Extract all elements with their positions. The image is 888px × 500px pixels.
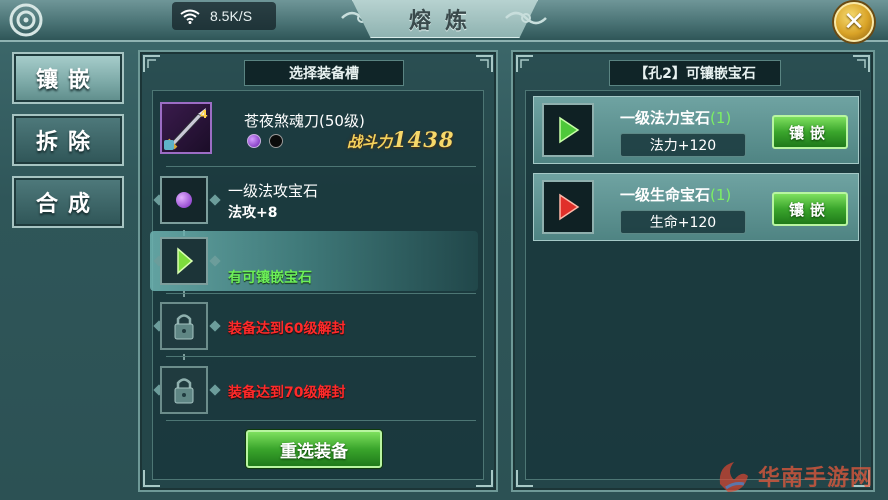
gem-socket-empty — [269, 134, 283, 148]
embed-button[interactable]: 镶嵌 — [772, 192, 848, 226]
corner-ornament-icon — [143, 55, 160, 72]
diamond-icon — [209, 384, 221, 396]
slot-row-3[interactable]: 装备达到60级解封 — [150, 296, 478, 356]
slot-empty-box — [160, 237, 208, 285]
tab-embed-label: 镶嵌 — [35, 68, 100, 93]
lock-icon — [174, 378, 194, 404]
svg-text:4: 4 — [200, 108, 208, 121]
gem-stat: 生命+120 — [620, 210, 746, 234]
tab-embed[interactable]: 镶嵌 — [12, 52, 124, 104]
lock-icon — [174, 314, 194, 340]
combat-power-value: 1438 — [392, 127, 455, 152]
diamond-icon — [209, 255, 221, 267]
gem-name: 一级法力宝石(1) — [620, 107, 731, 128]
slot-locked-message: 装备达到60级解封 — [228, 321, 346, 337]
panel-header-select-slot: 选择装备槽 — [244, 60, 404, 86]
tab-remove-label: 拆除 — [35, 130, 100, 155]
gem-icon-box — [542, 103, 594, 157]
close-icon: ✕ — [843, 7, 865, 37]
tab-combine[interactable]: 合成 — [12, 176, 124, 228]
green-arrow-icon — [177, 247, 194, 275]
red-gem-icon — [559, 193, 580, 221]
diamond-icon — [209, 320, 221, 332]
equipment-icon[interactable]: 4 — [160, 102, 212, 154]
reselect-equipment-label: 重选装备 — [280, 441, 348, 462]
gem-socket-purple — [247, 134, 261, 148]
divider — [166, 166, 476, 167]
logo-icon — [719, 462, 748, 492]
diamond-icon — [209, 194, 221, 206]
green-gem-icon — [559, 116, 580, 144]
divider — [166, 293, 476, 294]
slot-locked-box — [160, 366, 208, 414]
embed-button[interactable]: 镶嵌 — [772, 115, 848, 149]
slot-row-4[interactable]: 装备达到70级解封 — [150, 360, 478, 420]
corner-ornament-icon — [476, 55, 493, 72]
slot-available-message: 有可镶嵌宝石 — [228, 270, 312, 286]
page-title: 熔炼 — [408, 7, 481, 34]
panel-header-available-gems: 【孔2】可镶嵌宝石 — [609, 60, 781, 86]
combat-power-label: 战斗力 — [347, 133, 393, 151]
watermark-logo: 华南手游网 — [712, 450, 888, 500]
slot-row-2[interactable]: 有可镶嵌宝石 — [150, 231, 478, 291]
slot-locked-box — [160, 302, 208, 350]
slot-gem-name: 一级法攻宝石 — [228, 182, 319, 200]
slot-gem-box — [160, 176, 208, 224]
gem-stat: 法力+120 — [620, 133, 746, 157]
gem-icon-box — [542, 180, 594, 234]
top-bar: 8.5K/S 熔炼 ✕ — [0, 0, 888, 42]
divider — [166, 356, 476, 357]
tab-remove[interactable]: 拆除 — [12, 114, 124, 166]
gem-name: 一级生命宝石(1) — [620, 184, 731, 205]
watermark-text: 华南手游网 — [758, 466, 874, 491]
embed-button-label: 镶嵌 — [788, 200, 831, 219]
slot-gem-stat: 法攻+8 — [228, 205, 278, 221]
slot-row-1[interactable]: 一级法攻宝石 法攻+8 — [150, 170, 478, 230]
gem-level: (1) — [710, 186, 732, 204]
gem-level: (1) — [710, 109, 732, 127]
gem-card-mana: 一级法力宝石(1) 法力+120 镶嵌 — [533, 96, 859, 164]
wifi-icon — [180, 9, 200, 24]
gem-name-text: 一级生命宝石 — [620, 186, 711, 204]
close-button[interactable]: ✕ — [834, 2, 874, 42]
tab-combine-label: 合成 — [35, 192, 100, 217]
purple-gem-icon — [176, 192, 192, 208]
sword-icon: 4 — [164, 108, 208, 150]
slot-locked-message: 装备达到70级解封 — [228, 385, 346, 401]
reselect-equipment-button[interactable]: 重选装备 — [246, 430, 382, 468]
network-status: 8.5K/S — [172, 2, 276, 30]
network-speed: 8.5K/S — [210, 8, 253, 24]
embed-button-label: 镶嵌 — [788, 123, 831, 142]
cloud-ornament-icon — [505, 11, 547, 25]
gem-card-health: 一级生命宝石(1) 生命+120 镶嵌 — [533, 173, 859, 241]
gem-name-text: 一级法力宝石 — [620, 109, 711, 127]
equipment-name: 苍夜煞魂刀(50级) — [244, 112, 365, 130]
divider — [166, 420, 476, 421]
swirl-ornament-icon — [9, 3, 43, 37]
corner-ornament-icon — [853, 55, 870, 72]
corner-ornament-icon — [516, 55, 533, 72]
